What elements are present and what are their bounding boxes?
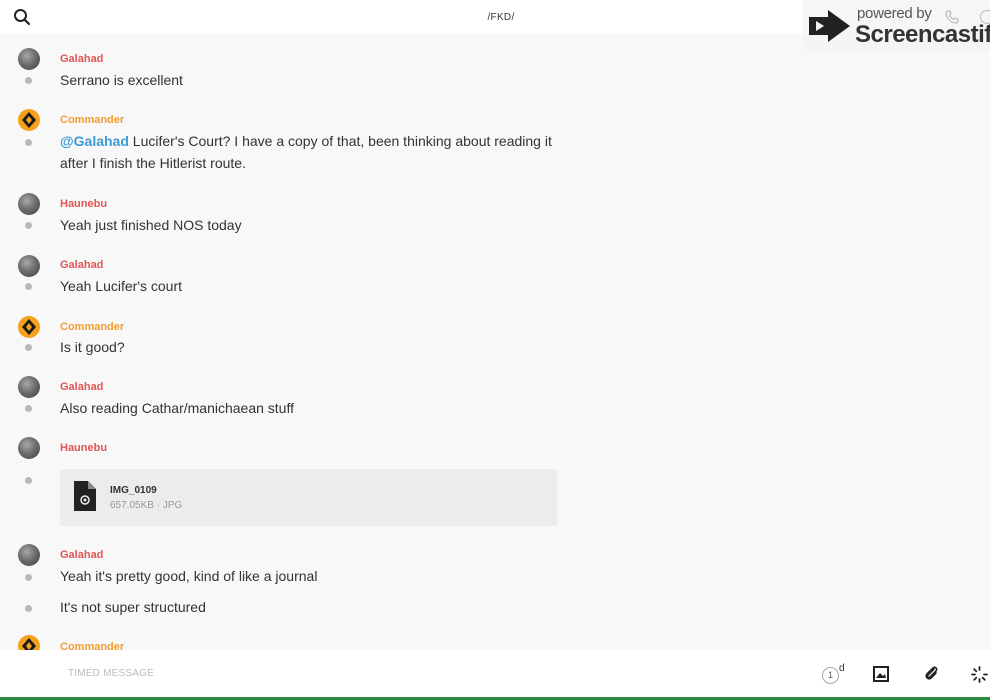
message-body: Lucifer's Court? I have a copy of that, … bbox=[60, 133, 552, 171]
message-dot bbox=[25, 477, 32, 484]
loading-spinner-icon[interactable] bbox=[971, 666, 988, 683]
message-input[interactable]: TIMED MESSAGE bbox=[68, 668, 768, 679]
diamond-emblem-icon bbox=[22, 319, 36, 335]
diamond-emblem-icon bbox=[22, 112, 36, 128]
timer-button[interactable]: 1 d bbox=[822, 663, 852, 686]
message-list: Galahad Serrano is excellent Commander @… bbox=[0, 34, 990, 650]
message-dot bbox=[25, 139, 32, 146]
avatar-galahad[interactable] bbox=[18, 376, 40, 398]
diamond-emblem-icon bbox=[22, 638, 36, 650]
info-icon[interactable] bbox=[980, 10, 990, 24]
message-text: Yeah Lucifer's court bbox=[60, 278, 183, 294]
avatar-commander[interactable] bbox=[18, 109, 40, 131]
message-author[interactable]: Galahad bbox=[60, 259, 103, 271]
message-dot bbox=[25, 405, 32, 412]
message-author[interactable]: Galahad bbox=[60, 549, 103, 561]
avatar-commander[interactable] bbox=[18, 316, 40, 338]
message-text: It's not super structured bbox=[60, 599, 206, 615]
message-text: Is it good? bbox=[60, 339, 125, 355]
phone-icon[interactable] bbox=[945, 10, 959, 24]
message-dot bbox=[25, 77, 32, 84]
file-attachment[interactable]: IMG_0109 657.05KB · JPG bbox=[60, 469, 557, 526]
timer-value: 1 bbox=[822, 667, 839, 684]
message-dot bbox=[25, 574, 32, 581]
message-dot bbox=[25, 344, 32, 351]
message-author[interactable]: Galahad bbox=[60, 53, 103, 65]
file-name: IMG_0109 bbox=[110, 485, 157, 496]
message-dot bbox=[25, 222, 32, 229]
avatar-galahad[interactable] bbox=[18, 48, 40, 70]
avatar-haunebu[interactable] bbox=[18, 437, 40, 459]
image-icon[interactable] bbox=[873, 666, 889, 682]
avatar-galahad[interactable] bbox=[18, 544, 40, 566]
message-author[interactable]: Haunebu bbox=[60, 442, 107, 454]
message-text: @Galahad Lucifer's Court? I have a copy … bbox=[60, 130, 560, 174]
avatar-commander[interactable] bbox=[18, 635, 40, 650]
image-file-icon bbox=[74, 481, 96, 511]
message-author[interactable]: Galahad bbox=[60, 381, 103, 393]
message-dot bbox=[25, 605, 32, 612]
mention-link[interactable]: @Galahad bbox=[60, 133, 129, 149]
message-author[interactable]: Commander bbox=[60, 321, 124, 333]
message-text: Serrano is excellent bbox=[60, 72, 183, 88]
timer-unit: d bbox=[839, 663, 845, 674]
composer-bar: TIMED MESSAGE 1 d bbox=[0, 650, 990, 700]
message-dot bbox=[25, 283, 32, 290]
message-author[interactable]: Haunebu bbox=[60, 198, 107, 210]
message-text: Yeah just finished NOS today bbox=[60, 217, 242, 233]
message-text: Yeah it's pretty good, kind of like a jo… bbox=[60, 568, 318, 584]
file-meta: 657.05KB · JPG bbox=[110, 500, 183, 511]
watermark-powered-by: powered by bbox=[857, 5, 932, 22]
message-author[interactable]: Commander bbox=[60, 114, 124, 126]
paperclip-icon[interactable] bbox=[923, 665, 940, 683]
message-text: Also reading Cathar/manichaean stuff bbox=[60, 400, 294, 416]
avatar-haunebu[interactable] bbox=[18, 193, 40, 215]
avatar-galahad[interactable] bbox=[18, 255, 40, 277]
message-author[interactable]: Commander bbox=[60, 641, 124, 650]
